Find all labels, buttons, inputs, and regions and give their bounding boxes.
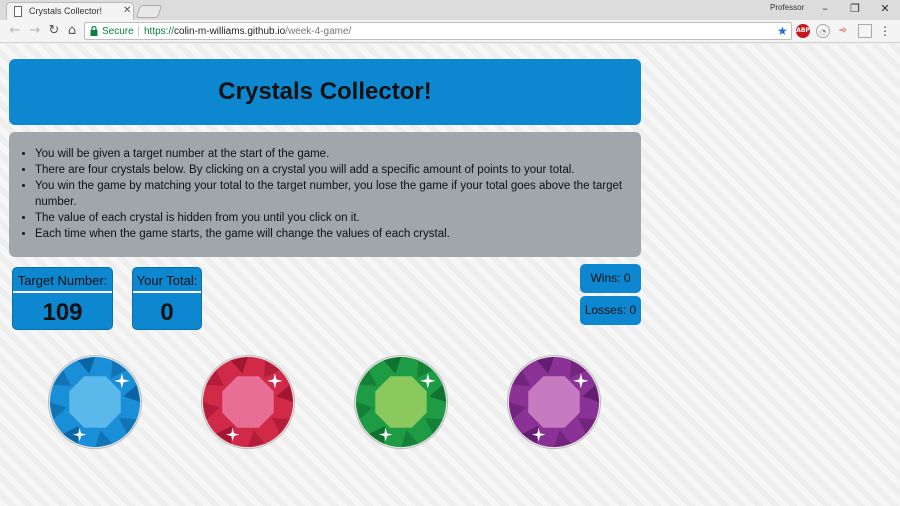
close-window-icon[interactable]: ✕ (872, 1, 898, 17)
game-header: Crystals Collector! (9, 59, 641, 125)
reload-icon[interactable]: ↻ (45, 22, 63, 40)
tab-title: Crystals Collector! (29, 6, 103, 16)
instruction-item: You will be given a target number at the… (35, 146, 629, 162)
wins-counter: Wins: 0 (580, 264, 641, 293)
your-total-label: Your Total: (133, 268, 201, 293)
blue-crystal-button[interactable] (47, 354, 143, 450)
instruction-item: You win the game by matching your total … (35, 178, 629, 210)
bookmark-star-icon[interactable]: ★ (777, 24, 788, 38)
your-total-box: Your Total: 0 (132, 267, 202, 330)
green-crystal-button[interactable] (353, 354, 449, 450)
forward-icon[interactable]: → (26, 22, 44, 40)
menu-icon[interactable]: ⋮ (878, 24, 892, 38)
instruction-item: Each time when the game starts, the game… (35, 226, 629, 242)
ghostery-icon[interactable]: ◔ (816, 24, 830, 38)
red-crystal-button[interactable] (200, 354, 296, 450)
lock-icon (90, 26, 98, 36)
browser-tabstrip: Crystals Collector! ✕ Professor – ❐ ✕ (0, 0, 900, 20)
omnibox-divider (138, 26, 139, 37)
green-crystal-icon (353, 354, 449, 450)
new-tab-button[interactable] (135, 5, 163, 18)
purple-crystal-button[interactable] (506, 354, 602, 450)
adblock-icon[interactable]: ABP (796, 24, 810, 38)
instruction-item: There are four crystals below. By clicki… (35, 162, 629, 178)
your-total-value: 0 (160, 299, 174, 326)
red-crystal-icon (200, 354, 296, 450)
blue-crystal-icon (47, 354, 143, 450)
target-number-value: 109 (42, 299, 83, 326)
instructions-list: You will be given a target number at the… (35, 146, 629, 242)
purple-crystal-icon (506, 354, 602, 450)
page-icon (14, 6, 22, 17)
maximize-icon[interactable]: ❐ (842, 1, 868, 17)
target-number-label: Target Number: (13, 268, 112, 293)
instruction-item: The value of each crystal is hidden from… (35, 210, 629, 226)
page-title: Crystals Collector! (218, 78, 432, 105)
home-icon[interactable]: ⌂ (63, 22, 81, 40)
extension-arrow-icon[interactable]: ➾ (836, 24, 850, 38)
browser-toolbar: ← → ↻ ⌂ Secure https://colin-m-williams.… (0, 20, 900, 43)
page-content: Crystals Collector! You will be given a … (0, 44, 900, 506)
instructions-panel: You will be given a target number at the… (9, 132, 641, 257)
address-bar[interactable]: Secure https://colin-m-williams.github.i… (84, 22, 792, 40)
url-text: https://colin-m-williams.github.io/week-… (144, 26, 351, 37)
minimize-icon[interactable]: – (812, 1, 838, 17)
secure-label: Secure (102, 26, 134, 37)
url-path: /week-4-game/ (285, 26, 352, 37)
extension-square-icon[interactable] (858, 24, 872, 38)
profile-name[interactable]: Professor (770, 3, 804, 12)
tab-close-icon[interactable]: ✕ (123, 5, 131, 16)
url-scheme: https:// (144, 26, 175, 37)
back-icon[interactable]: ← (6, 22, 24, 40)
url-host: colin-m-williams.github.io (174, 26, 286, 37)
browser-tab[interactable]: Crystals Collector! ✕ (6, 2, 134, 20)
losses-counter: Losses: 0 (580, 296, 641, 325)
target-number-box: Target Number: 109 (12, 267, 113, 330)
